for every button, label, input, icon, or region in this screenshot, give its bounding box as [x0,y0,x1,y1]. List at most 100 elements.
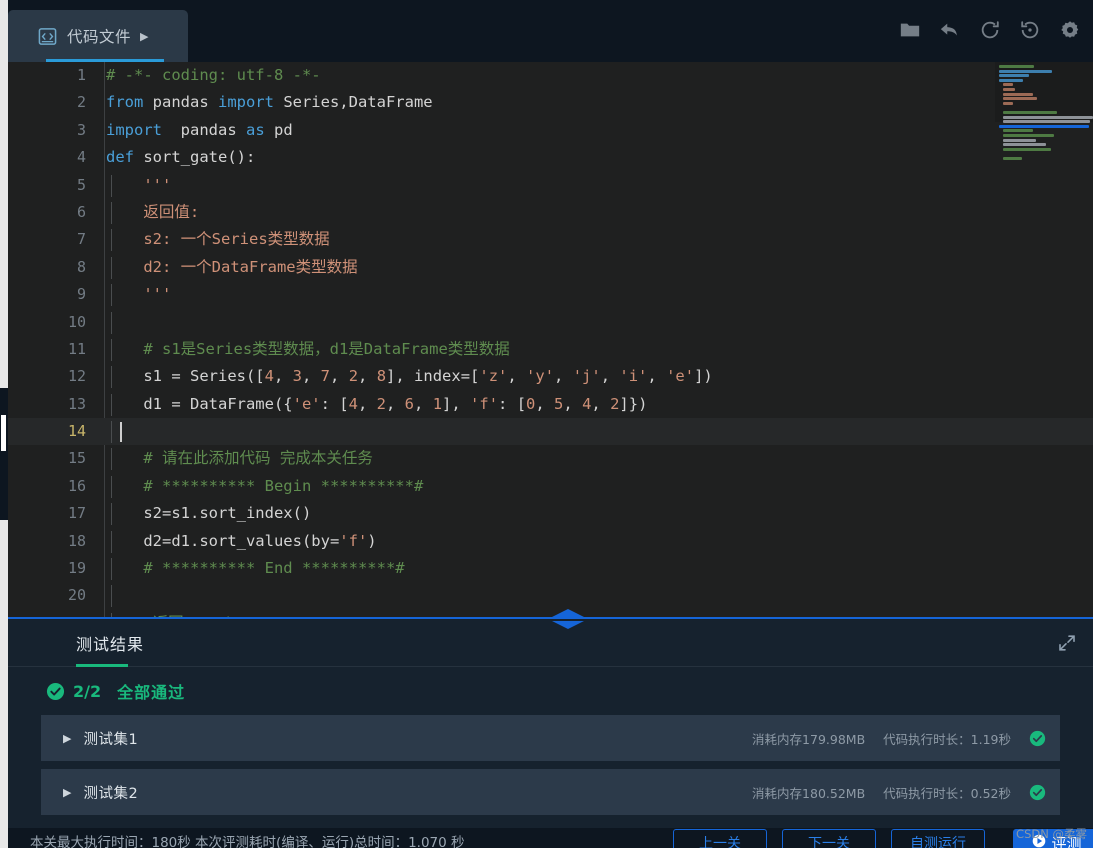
test-summary: 2/2 全部通过 [8,667,1093,715]
tab-label: 代码文件 [67,28,132,46]
settings-gear-icon[interactable] [1059,19,1081,41]
code-editor[interactable]: 1 # -*- coding: utf-8 -*- 2 from pandas imp… [8,62,1093,619]
minimap-line [1002,129,1033,133]
folder-icon[interactable] [899,19,921,41]
toolbar-icons [899,19,1081,41]
play-triangle-icon[interactable]: ▶ [140,30,148,43]
code-text: d2: 一个DataFrame类型数据 [106,257,358,276]
test-result-panel: 测试结果 2/2 全部通过 ▶ 测试集1 消耗内存179.98MB 代码执行时长：1.… [8,619,1093,828]
code-text: s2=s1.sort_index() [106,504,312,523]
editor-minimap[interactable] [995,62,1093,160]
minimap-line [999,124,1089,128]
minimap-line [999,106,1089,109]
line-number: 3 [76,120,86,139]
minimap-line [1002,83,1014,87]
tab-test-result[interactable]: 测试结果 [76,631,144,655]
history-reset-icon[interactable] [1019,19,1041,41]
csdn-watermark: CSDN @柔雾 [1016,827,1087,841]
code-line[interactable]: 9 ''' [8,281,1093,308]
refresh-icon[interactable] [979,19,1001,41]
code-line[interactable]: 15 # 请在此添加代码 完成本关任务 [8,445,1093,472]
bottom-status-bar: 本关最大执行时间：180秒 本次评测耗时(编译、运行)总时间：1.070 秒 上… [8,828,1093,848]
line-number: 14 [67,422,86,441]
undo-icon[interactable] [939,19,961,41]
check-circle-icon [1029,784,1046,801]
code-line[interactable]: 14 [8,418,1093,446]
minimap-line [1002,101,1014,105]
line-number: 8 [76,257,86,276]
test-case-row[interactable]: ▶ 测试集2 消耗内存180.52MB 代码执行时长：0.52秒 [41,769,1060,815]
test-case-name: 测试集1 [83,731,139,748]
minimap-line [999,78,1023,82]
left-scrollbar-thumb[interactable] [1,415,6,451]
code-text: # 请在此添加代码 完成本关任务 [106,449,373,468]
check-circle-icon [46,682,65,701]
code-line[interactable]: 19 # ********** End **********# [8,555,1093,582]
prev-level-button[interactable]: 上一关 [673,829,767,848]
text-cursor [120,422,122,443]
indent-guide [111,585,112,608]
panel-drag-handle[interactable] [546,608,590,630]
minimap-line [1002,156,1023,160]
test-case-metrics: 消耗内存180.52MB 代码执行时长：0.52秒 [752,783,1046,802]
code-line[interactable]: 2 from pandas import Series,DataFrame [8,89,1093,116]
code-line[interactable]: 13 d1 = DataFrame({'e': [4, 2, 6, 1], 'f… [8,391,1093,418]
code-line[interactable]: 7 s2: 一个Series类型数据 [8,226,1093,253]
code-line[interactable]: 5 ''' [8,172,1093,199]
memory-usage: 消耗内存179.98MB [752,731,866,747]
line-number: 13 [67,394,86,413]
line-number: 18 [67,531,86,550]
code-text: ''' [106,175,172,194]
line-number: 20 [67,586,86,605]
code-text: # ********** End **********# [106,559,405,578]
minimap-line [1002,110,1057,114]
minimap-line [999,74,1029,78]
line-number: 4 [76,148,86,167]
code-line[interactable]: 12 s1 = Series([4, 3, 7, 2, 8], index=['… [8,363,1093,390]
code-line[interactable]: 17 s2=s1.sort_index() [8,500,1093,527]
indent-guide [111,421,112,444]
code-line[interactable]: 18 d2=d1.sort_values(by='f') [8,528,1093,555]
line-number: 12 [67,367,86,386]
code-line[interactable]: 1 # -*- coding: utf-8 -*- [8,62,1093,89]
memory-usage: 消耗内存180.52MB [752,785,866,801]
code-line[interactable]: 16 # ********** Begin **********# [8,473,1093,500]
minimap-line [999,152,1089,155]
line-number: 10 [67,312,86,331]
left-scrollbar-track[interactable] [0,0,8,848]
code-line[interactable]: 3 import pandas as pd [8,117,1093,144]
test-pass-count: 2/2 [73,681,102,701]
execution-duration: 代码执行时长：1.19秒 [883,731,1011,747]
code-line[interactable]: 6 返回值: [8,199,1093,226]
code-text: # s1是Series类型数据，d1是DataFrame类型数据 [106,339,510,358]
check-circle-icon [1029,730,1046,747]
expand-triangle-icon[interactable]: ▶ [63,732,71,745]
indent-guide [111,311,112,334]
line-number: 6 [76,202,86,221]
test-pass-label[interactable]: 全部通过 [117,679,185,703]
code-text: def sort_gate(): [106,148,256,167]
code-line[interactable]: 20 [8,582,1093,609]
code-line[interactable]: 8 d2: 一个DataFrame类型数据 [8,254,1093,281]
minimap-line [1002,147,1051,151]
action-buttons: 上一关 下一关 自测运行 [673,829,985,848]
execution-duration: 代码执行时长：0.52秒 [883,785,1011,801]
minimap-line [1002,138,1036,142]
self-test-run-button[interactable]: 自测运行 [891,829,985,848]
code-lines[interactable]: 1 # -*- coding: utf-8 -*- 2 from pandas imp… [8,62,1093,619]
code-line[interactable]: 4 def sort_gate(): [8,144,1093,171]
expand-triangle-icon[interactable]: ▶ [63,786,71,799]
minimap-line [1002,120,1090,124]
line-number: 9 [76,285,86,304]
code-text: d1 = DataFrame({'e': [4, 2, 6, 1], 'f': … [106,394,648,413]
tab-code-file[interactable]: 代码文件 ▶ [8,10,188,62]
next-level-button[interactable]: 下一关 [782,829,876,848]
code-line[interactable]: 11 # s1是Series类型数据，d1是DataFrame类型数据 [8,336,1093,363]
top-bar: 代码文件 ▶ [0,0,1093,62]
expand-fullscreen-icon[interactable] [1057,633,1077,653]
test-case-row[interactable]: ▶ 测试集1 消耗内存179.98MB 代码执行时长：1.19秒 [41,715,1060,761]
minimap-line [999,65,1034,68]
line-number: 19 [67,559,86,578]
code-line[interactable]: 10 [8,309,1093,336]
code-text: import pandas as pd [106,120,293,139]
